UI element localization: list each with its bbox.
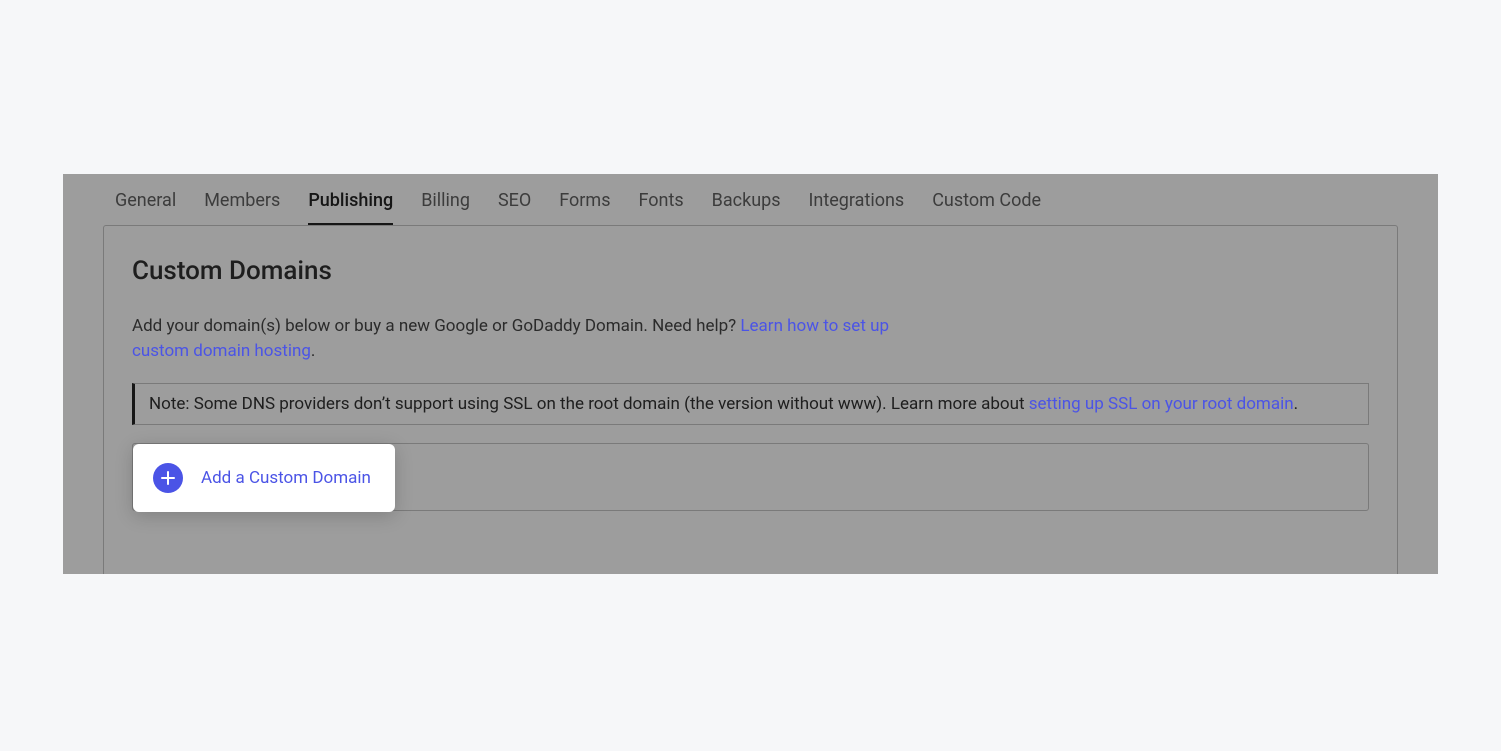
tab-backups[interactable]: Backups bbox=[712, 190, 781, 225]
tab-integrations[interactable]: Integrations bbox=[809, 190, 905, 225]
note-text: Note: Some DNS providers don’t support u… bbox=[149, 394, 1029, 414]
section-description: Add your domain(s) below or buy a new Go… bbox=[132, 314, 892, 363]
ssl-note: Note: Some DNS providers don’t support u… bbox=[132, 383, 1369, 425]
section-title: Custom Domains bbox=[132, 256, 1369, 286]
tab-billing[interactable]: Billing bbox=[421, 190, 470, 225]
tab-members[interactable]: Members bbox=[204, 190, 280, 225]
tab-publishing[interactable]: Publishing bbox=[308, 190, 393, 225]
settings-tabs: General Members Publishing Billing SEO F… bbox=[63, 174, 1438, 225]
ssl-root-domain-link[interactable]: setting up SSL on your root domain bbox=[1029, 394, 1294, 414]
tab-seo[interactable]: SEO bbox=[498, 190, 531, 225]
custom-domains-panel: Custom Domains Add your domain(s) below … bbox=[103, 225, 1398, 574]
plus-icon bbox=[153, 463, 183, 493]
note-suffix: . bbox=[1294, 394, 1298, 414]
add-custom-domain-label: Add a Custom Domain bbox=[201, 468, 371, 488]
tab-custom-code[interactable]: Custom Code bbox=[932, 190, 1041, 225]
tab-forms[interactable]: Forms bbox=[559, 190, 610, 225]
tab-fonts[interactable]: Fonts bbox=[639, 190, 684, 225]
desc-text: Add your domain(s) below or buy a new Go… bbox=[132, 316, 740, 336]
tab-general[interactable]: General bbox=[115, 190, 176, 225]
desc-suffix: . bbox=[311, 341, 315, 361]
domain-slot: Add a Custom Domain bbox=[132, 443, 1369, 511]
add-custom-domain-button[interactable]: Add a Custom Domain bbox=[133, 444, 395, 512]
settings-dimmed-frame: General Members Publishing Billing SEO F… bbox=[63, 174, 1438, 574]
